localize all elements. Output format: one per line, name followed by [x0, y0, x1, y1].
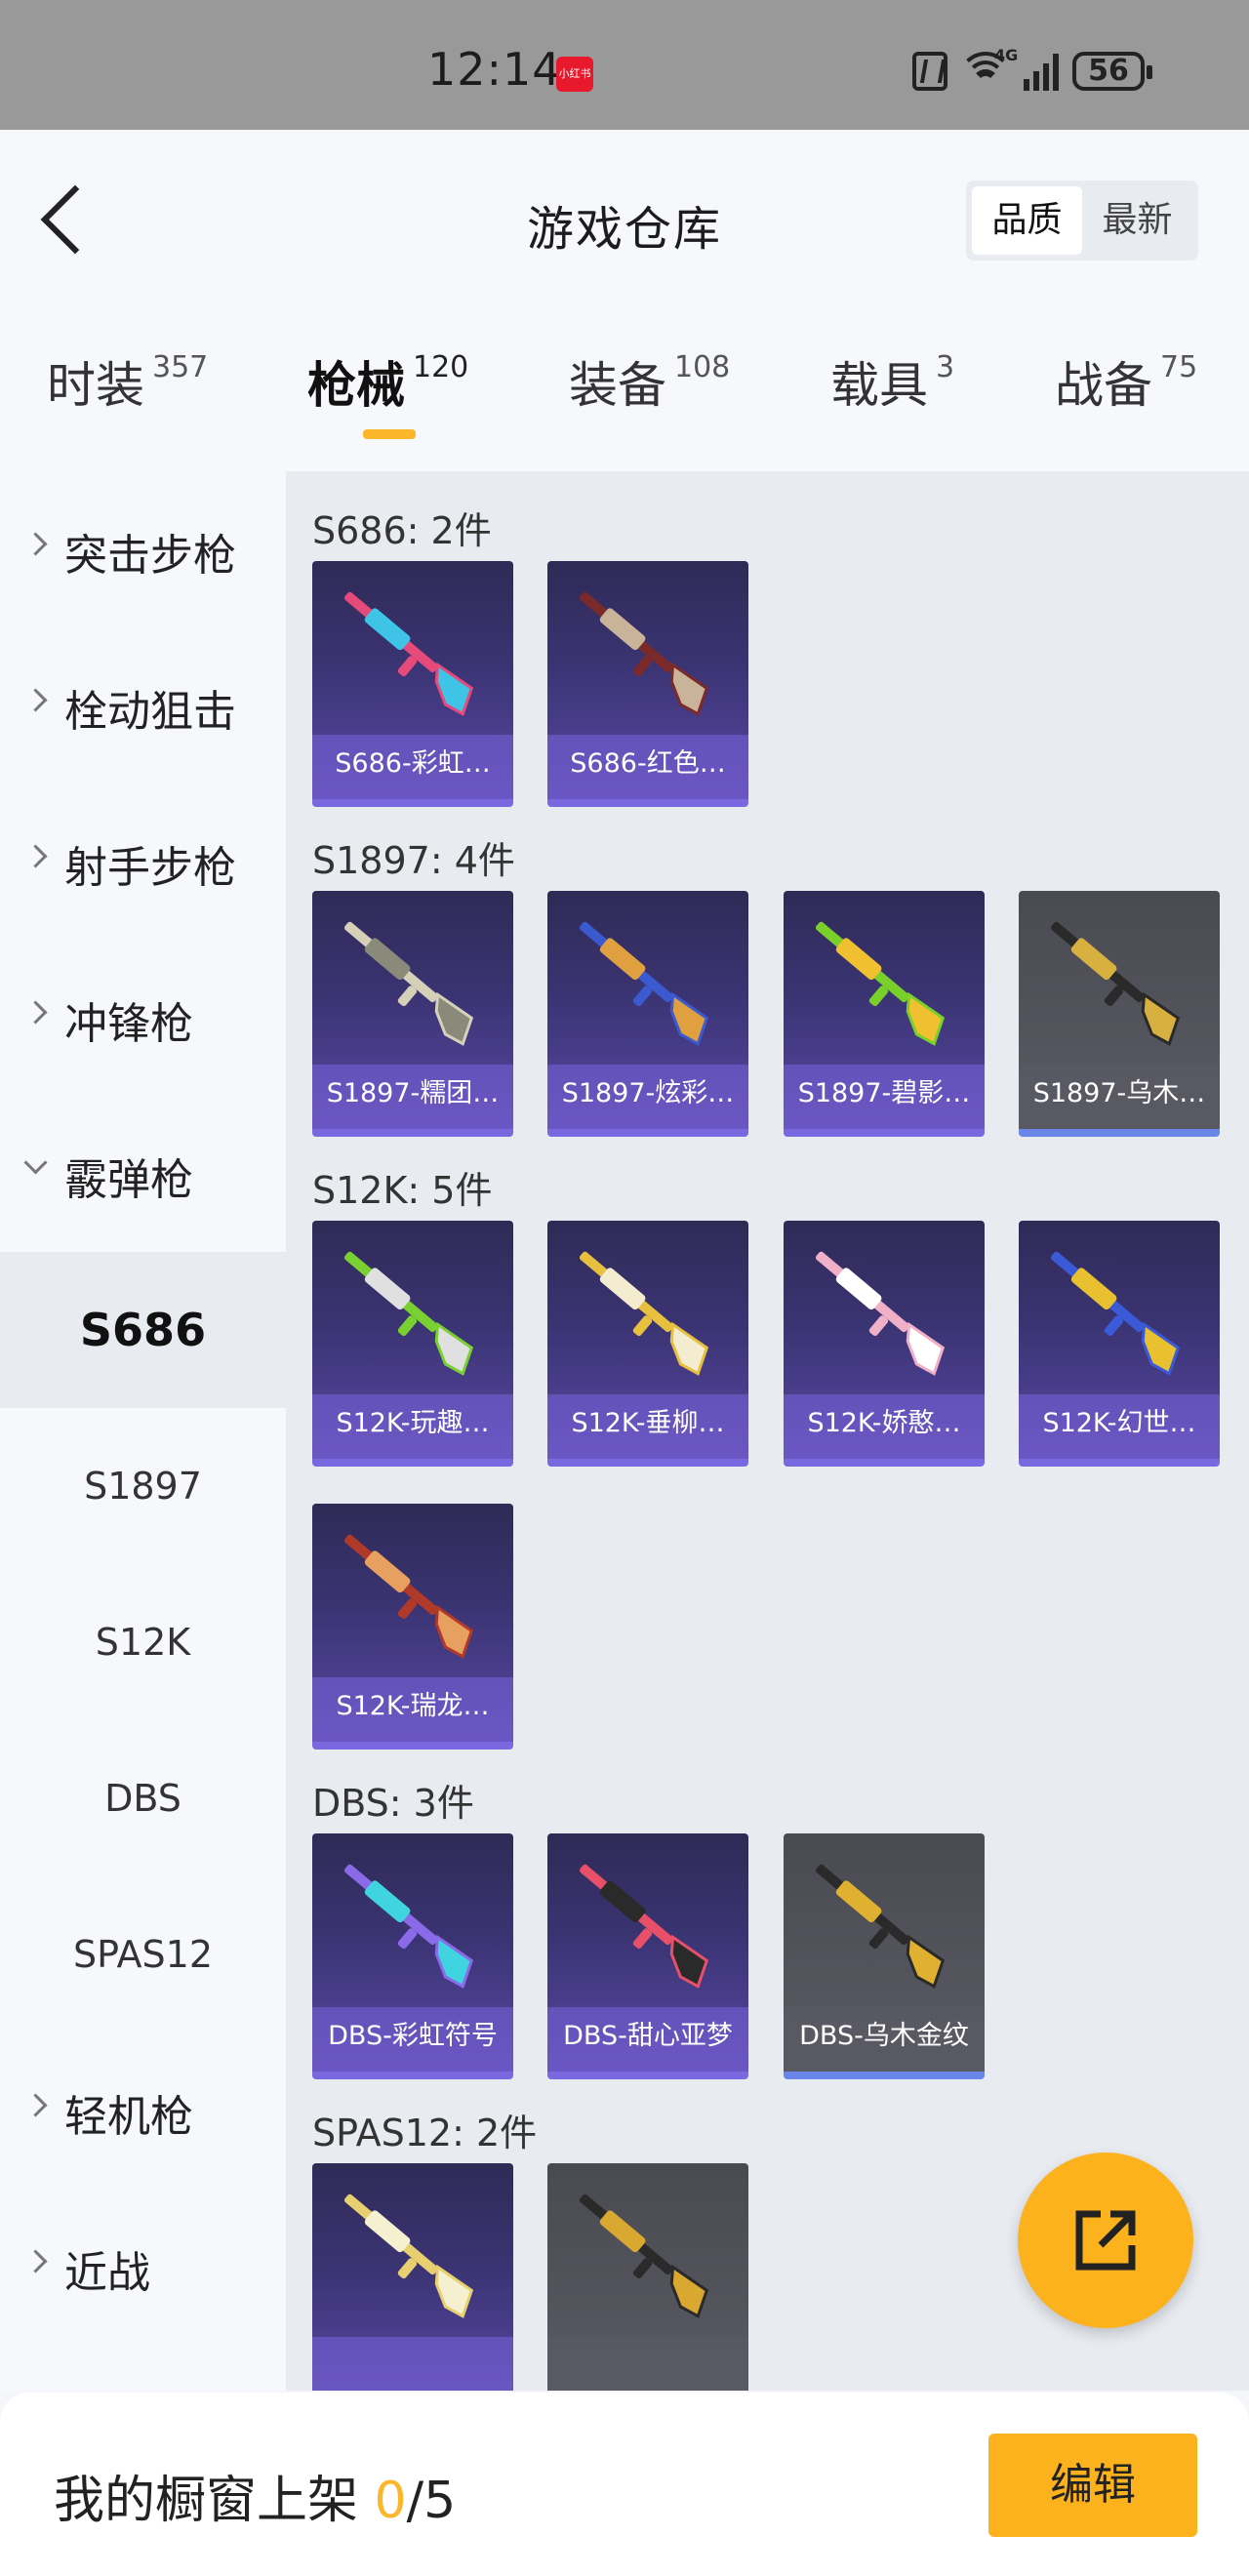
weapon-name: S12K-垂柳… — [547, 1394, 748, 1459]
sidebar-item-smg[interactable]: 冲锋枪 — [0, 940, 286, 1096]
weapon-image — [579, 1864, 709, 1989]
category-tabs: 时装 357 枪械 120 装备 108 载具 3 战备 75 — [0, 346, 1249, 454]
sort-newest-button[interactable]: 最新 — [1082, 186, 1192, 255]
weapon-card[interactable]: DBS-乌木金纹 — [784, 1833, 985, 2079]
shelf-current-count: 0 — [374, 2472, 407, 2530]
weapon-card[interactable]: S686-彩虹… — [312, 561, 513, 807]
weapon-card[interactable]: S1897-乌木… — [1019, 891, 1220, 1137]
weapon-image — [1050, 921, 1181, 1046]
nfc-icon — [912, 52, 947, 91]
weapon-image — [343, 1864, 474, 1989]
status-icons: 4G 56 — [912, 46, 1152, 96]
weapon-card[interactable] — [312, 2163, 513, 2391]
weapon-card[interactable]: S12K-幻世… — [1019, 1221, 1220, 1467]
weapon-image — [343, 1251, 474, 1376]
group-title: SPAS12: 2件 — [312, 2112, 538, 2154]
tab-firearms[interactable]: 枪械 120 — [307, 346, 468, 417]
tab-supplies[interactable]: 战备 75 — [1055, 346, 1197, 417]
weapon-image — [815, 1251, 946, 1376]
weapon-name: S12K-瑞龙… — [312, 1677, 513, 1742]
shelf-status: 我的橱窗上架 0/5 — [54, 2472, 457, 2530]
weapon-card[interactable]: S686-红色… — [547, 561, 748, 807]
weapon-image — [579, 921, 709, 1046]
weapon-name: S1897-糯团… — [312, 1065, 513, 1129]
weapon-image — [343, 1534, 474, 1659]
share-button[interactable] — [1018, 2153, 1193, 2328]
weapon-image — [343, 2194, 474, 2318]
sidebar-sub-spas12[interactable]: SPAS12 — [0, 1876, 286, 2033]
chevron-right-icon — [23, 2249, 48, 2274]
weapon-image — [579, 591, 709, 716]
sidebar-item-lmg[interactable]: 轻机枪 — [0, 2033, 286, 2189]
weapon-name — [312, 2337, 513, 2391]
group-title: S12K: 5件 — [312, 1169, 493, 1212]
weapon-card[interactable]: S1897-炫彩… — [547, 891, 748, 1137]
chevron-right-icon — [23, 532, 48, 556]
edit-button[interactable]: 编辑 — [988, 2434, 1197, 2537]
shelf-footer: 我的橱窗上架 0/5 编辑 — [0, 2393, 1249, 2576]
weapon-card[interactable]: S1897-糯团… — [312, 891, 513, 1137]
sidebar-item-bolt-sniper[interactable]: 栓动狙击 — [0, 627, 286, 784]
sidebar-sub-dbs[interactable]: DBS — [0, 1720, 286, 1876]
app-notification-badge: 小红书 — [556, 57, 593, 92]
sidebar-sub-s12k[interactable]: S12K — [0, 1564, 286, 1720]
weapon-card[interactable]: S12K-玩趣… — [312, 1221, 513, 1467]
weapon-card[interactable]: S12K-瑞龙… — [312, 1504, 513, 1750]
weapon-name: S12K-玩趣… — [312, 1394, 513, 1459]
tab-equipment[interactable]: 装备 108 — [569, 346, 730, 417]
share-external-icon — [1075, 2210, 1136, 2271]
weapon-card[interactable]: S1897-碧影… — [784, 891, 985, 1137]
weapon-name: S1897-炫彩… — [547, 1065, 748, 1129]
weapon-grid: S686: 2件 S686-彩虹… S686-红色… S1897: 4件 S1897-糯… — [286, 471, 1249, 2391]
tab-vehicles[interactable]: 载具 3 — [830, 346, 954, 417]
sidebar-sub-s686[interactable]: S686 — [0, 1252, 286, 1408]
weapon-name: DBS-甜心亚梦 — [547, 2007, 748, 2072]
group-title: S686: 2件 — [312, 509, 492, 552]
sidebar-item-marksman-rifle[interactable]: 射手步枪 — [0, 784, 286, 940]
weapon-card[interactable]: S12K-娇憨… — [784, 1221, 985, 1467]
sort-toggle[interactable]: 品质 最新 — [966, 181, 1198, 261]
battery-icon: 56 — [1072, 52, 1152, 91]
chevron-right-icon — [23, 2093, 48, 2117]
group-title: DBS: 3件 — [312, 1782, 474, 1825]
sidebar: 突击步枪 栓动狙击 射手步枪 冲锋枪 霰弹枪 S686 S1897 S12K D… — [0, 471, 286, 2391]
weapon-image — [1050, 1251, 1181, 1376]
sidebar-sub-s1897[interactable]: S1897 — [0, 1408, 286, 1564]
tab-fashion[interactable]: 时装 357 — [47, 346, 208, 417]
weapon-card[interactable]: DBS-彩虹符号 — [312, 1833, 513, 2079]
weapon-image — [579, 2194, 709, 2318]
weapon-name: S1897-乌木… — [1019, 1065, 1220, 1129]
weapon-name: S686-彩虹… — [312, 735, 513, 799]
sidebar-item-shotgun[interactable]: 霰弹枪 — [0, 1096, 286, 1252]
chevron-right-icon — [23, 844, 48, 868]
chevron-right-icon — [23, 1000, 48, 1025]
weapon-card[interactable]: S12K-垂柳… — [547, 1221, 748, 1467]
weapon-image — [815, 921, 946, 1046]
weapon-card[interactable] — [547, 2163, 748, 2391]
weapon-name: S1897-碧影… — [784, 1065, 985, 1129]
weapon-name: DBS-彩虹符号 — [312, 2007, 513, 2072]
weapon-image — [579, 1251, 709, 1376]
weapon-name: DBS-乌木金纹 — [784, 2007, 985, 2072]
chevron-right-icon — [23, 688, 48, 712]
weapon-card[interactable]: DBS-甜心亚梦 — [547, 1833, 748, 2079]
group-title: S1897: 4件 — [312, 839, 515, 882]
weapon-image — [815, 1864, 946, 1989]
active-tab-indicator — [363, 429, 416, 439]
weapon-name: S12K-娇憨… — [784, 1394, 985, 1459]
weapon-image — [343, 591, 474, 716]
sidebar-item-assault-rifle[interactable]: 突击步枪 — [0, 471, 286, 627]
chevron-down-icon — [23, 1150, 48, 1175]
cell-signal-icon: 4G — [994, 46, 1059, 91]
status-time: 12:14 — [427, 43, 562, 96]
weapon-image — [343, 921, 474, 1046]
status-bar: 12:14 小红书 4G 56 — [0, 0, 1249, 130]
sort-quality-button[interactable]: 品质 — [972, 186, 1082, 255]
sidebar-item-melee[interactable]: 近战 — [0, 2189, 286, 2345]
weapon-name: S686-红色… — [547, 735, 748, 799]
weapon-name — [547, 2337, 748, 2391]
weapon-name: S12K-幻世… — [1019, 1394, 1220, 1459]
